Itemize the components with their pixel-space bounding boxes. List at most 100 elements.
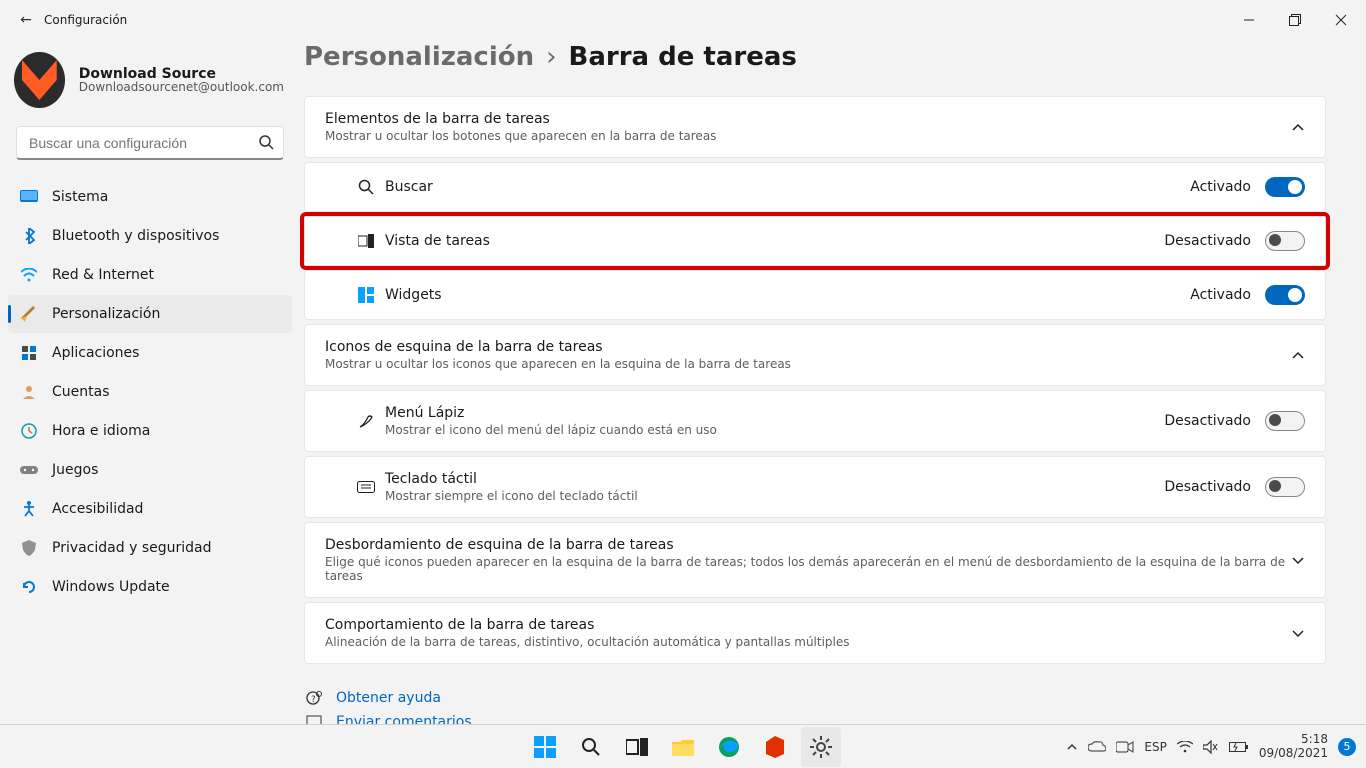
user-email: Downloadsourcenet@outlook.com xyxy=(79,80,284,94)
section-subtitle: Mostrar u ocultar los iconos que aparece… xyxy=(325,357,791,371)
section-subtitle: Mostrar u ocultar los botones que aparec… xyxy=(325,129,716,143)
clock[interactable]: 5:18 09/08/2021 xyxy=(1259,733,1328,759)
settings-taskbar-button[interactable] xyxy=(801,727,841,767)
toggle-teclado-tactil[interactable] xyxy=(1265,477,1305,497)
breadcrumb-separator: › xyxy=(546,42,556,72)
row-status: Desactivado xyxy=(1164,413,1251,429)
taskbar-search-button[interactable] xyxy=(571,727,611,767)
toggle-widgets[interactable] xyxy=(1265,285,1305,305)
task-view-button[interactable] xyxy=(617,727,657,767)
search-input[interactable] xyxy=(16,126,284,160)
section-subtitle: Elige qué iconos pueden aparecer en la e… xyxy=(325,555,1291,583)
row-menu-lapiz: Menú Lápiz Mostrar el icono del menú del… xyxy=(304,390,1326,452)
sidebar-item-aplicaciones[interactable]: Aplicaciones xyxy=(8,334,292,372)
sidebar-item-label: Hora e idioma xyxy=(52,423,150,439)
row-subtitle: Mostrar el icono del menú del lápiz cuan… xyxy=(385,423,717,437)
row-label: Menú Lápiz xyxy=(385,405,717,421)
person-icon xyxy=(20,385,38,399)
battery-tray-icon[interactable] xyxy=(1229,741,1249,753)
toggle-buscar[interactable] xyxy=(1265,177,1305,197)
taskbar: ESP 5:18 09/08/2021 5 xyxy=(0,724,1366,768)
toggle-menu-lapiz[interactable] xyxy=(1265,411,1305,431)
notification-badge[interactable]: 5 xyxy=(1338,738,1356,756)
section-title: Iconos de esquina de la barra de tareas xyxy=(325,339,791,355)
sidebar-item-privacidad[interactable]: Privacidad y seguridad xyxy=(8,529,292,567)
breadcrumb-parent[interactable]: Personalización xyxy=(304,42,534,72)
clock-date: 09/08/2021 xyxy=(1259,747,1328,760)
edge-button[interactable] xyxy=(709,727,749,767)
widgets-icon xyxy=(353,287,379,303)
section-behavior-header[interactable]: Comportamiento de la barra de tareas Ali… xyxy=(304,602,1326,664)
language-indicator[interactable]: ESP xyxy=(1144,740,1166,754)
sidebar-item-sistema[interactable]: Sistema xyxy=(8,178,292,216)
sidebar-item-label: Privacidad y seguridad xyxy=(52,540,212,556)
sidebar: Download Source Downloadsourcenet@outloo… xyxy=(0,40,300,768)
sidebar-item-hora[interactable]: Hora e idioma xyxy=(8,412,292,450)
row-label: Vista de tareas xyxy=(385,233,490,249)
section-title: Desbordamiento de esquina de la barra de… xyxy=(325,537,1291,553)
row-subtitle: Mostrar siempre el icono del teclado tác… xyxy=(385,489,638,503)
user-block[interactable]: Download Source Downloadsourcenet@outloo… xyxy=(4,44,296,126)
section-overflow-header[interactable]: Desbordamiento de esquina de la barra de… xyxy=(304,522,1326,598)
sidebar-item-accesibilidad[interactable]: Accesibilidad xyxy=(8,490,292,528)
office-button[interactable] xyxy=(755,727,795,767)
onedrive-icon[interactable] xyxy=(1088,741,1106,753)
app-title: Configuración xyxy=(44,13,127,27)
task-view-icon xyxy=(353,234,379,248)
help-icon: ? xyxy=(306,690,322,706)
volume-tray-icon[interactable] xyxy=(1203,740,1219,754)
chevron-down-icon xyxy=(1291,626,1305,640)
sidebar-item-label: Sistema xyxy=(52,189,108,205)
row-status: Desactivado xyxy=(1164,233,1251,249)
avatar xyxy=(14,52,65,108)
pen-icon xyxy=(353,413,379,429)
row-buscar: Buscar Activado xyxy=(304,162,1326,212)
meet-now-icon[interactable] xyxy=(1116,740,1134,754)
section-title: Comportamiento de la barra de tareas xyxy=(325,617,850,633)
gamepad-icon xyxy=(20,464,38,476)
sidebar-item-label: Juegos xyxy=(52,462,98,478)
start-button[interactable] xyxy=(525,727,565,767)
back-button[interactable]: ← xyxy=(12,12,40,28)
row-vista-de-tareas: Vista de tareas Desactivado xyxy=(304,216,1326,266)
sidebar-item-juegos[interactable]: Juegos xyxy=(8,451,292,489)
section-taskbar-items-header[interactable]: Elementos de la barra de tareas Mostrar … xyxy=(304,96,1326,158)
sidebar-item-label: Red & Internet xyxy=(52,267,154,283)
close-button[interactable] xyxy=(1318,0,1364,40)
sidebar-item-update[interactable]: Windows Update xyxy=(8,568,292,606)
keyboard-icon xyxy=(353,481,379,493)
tray-chevron-icon[interactable] xyxy=(1066,741,1078,753)
sidebar-item-personalizacion[interactable]: Personalización xyxy=(8,295,292,333)
breadcrumb: Personalización › Barra de tareas xyxy=(304,42,1326,72)
chevron-up-icon xyxy=(1291,348,1305,362)
wifi-icon xyxy=(20,268,38,282)
sidebar-item-bluetooth[interactable]: Bluetooth y dispositivos xyxy=(8,217,292,255)
section-corner-icons-header[interactable]: Iconos de esquina de la barra de tareas … xyxy=(304,324,1326,386)
sidebar-item-cuentas[interactable]: Cuentas xyxy=(8,373,292,411)
row-widgets: Widgets Activado xyxy=(304,270,1326,320)
get-help-link[interactable]: Obtener ayuda xyxy=(336,690,441,706)
clock-time: 5:18 xyxy=(1259,733,1328,746)
wifi-tray-icon[interactable] xyxy=(1177,741,1193,753)
shield-icon xyxy=(20,540,38,556)
toggle-vista-de-tareas[interactable] xyxy=(1265,231,1305,251)
search-icon[interactable] xyxy=(258,134,274,150)
row-label: Teclado táctil xyxy=(385,471,638,487)
explorer-button[interactable] xyxy=(663,727,703,767)
help-link-row: ? Obtener ayuda xyxy=(306,690,1326,706)
chevron-down-icon xyxy=(1291,553,1305,567)
row-label: Widgets xyxy=(385,287,442,303)
row-teclado-tactil: Teclado táctil Mostrar siempre el icono … xyxy=(304,456,1326,518)
section-subtitle: Alineación de la barra de tareas, distin… xyxy=(325,635,850,649)
sidebar-item-red[interactable]: Red & Internet xyxy=(8,256,292,294)
search-icon xyxy=(353,179,379,195)
maximize-button[interactable] xyxy=(1272,0,1318,40)
brush-icon xyxy=(20,306,38,322)
row-status: Activado xyxy=(1190,287,1251,303)
update-icon xyxy=(20,579,38,595)
minimize-button[interactable] xyxy=(1226,0,1272,40)
row-label: Buscar xyxy=(385,179,433,195)
apps-icon xyxy=(20,346,38,360)
accessibility-icon xyxy=(20,501,38,517)
section-title: Elementos de la barra de tareas xyxy=(325,111,716,127)
